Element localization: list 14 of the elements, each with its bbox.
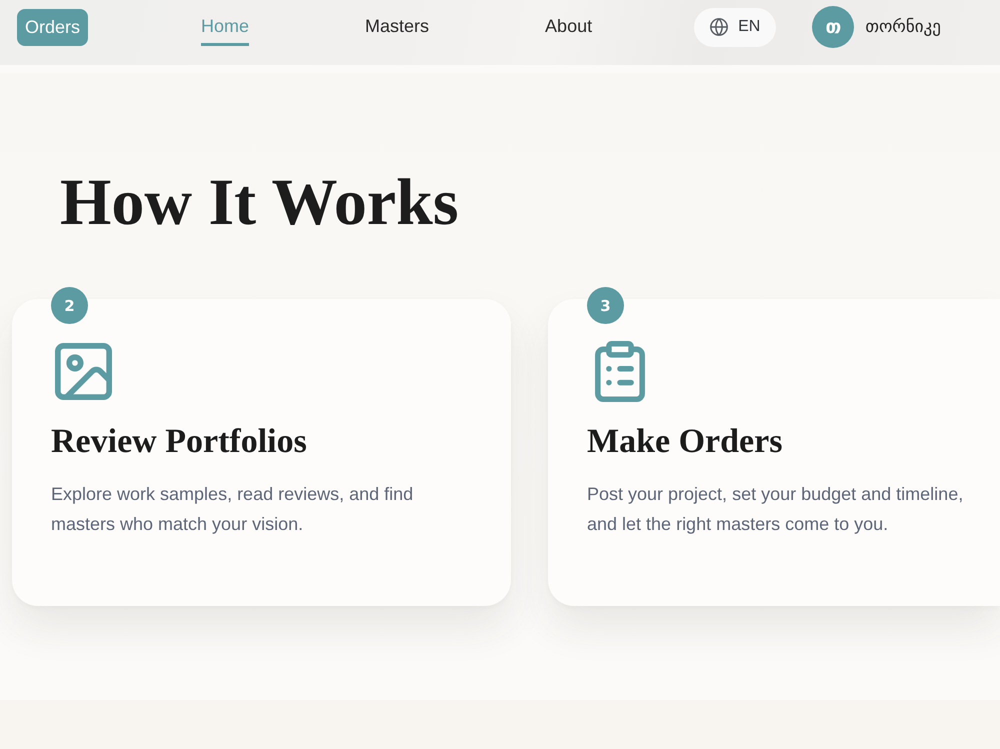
step-number-badge: 3 [587,287,624,324]
step-number-badge: 2 [51,287,88,324]
language-button[interactable]: EN [694,8,776,46]
user-name: თორნიკე [865,17,941,37]
nav-tab[interactable]: About [545,16,592,46]
step-description: Explore work samples, read reviews, and find masters who match your vision. [51,483,414,536]
section-heading: How It Works [60,165,459,241]
image-icon [55,342,112,400]
globe-icon [710,18,728,36]
clipboard-list-icon [595,340,645,402]
step-description: Post your project, set your budget and timeline, and let the right masters come to you. [587,483,964,536]
step-title: Make Orders [587,423,782,461]
nav-tab[interactable]: Masters [365,16,430,46]
step-title: Review Portfolios [51,423,307,461]
